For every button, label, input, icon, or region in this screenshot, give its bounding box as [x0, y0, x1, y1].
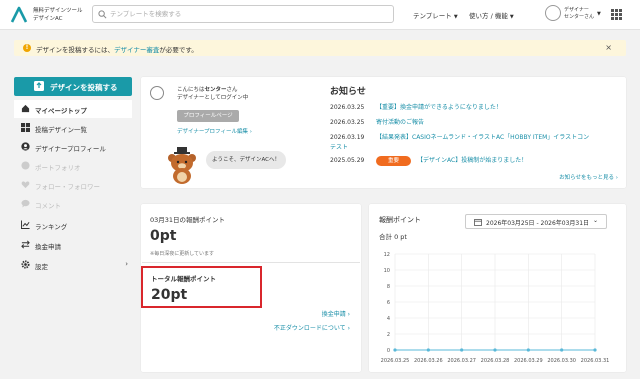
fraud-download-link[interactable]: 不正ダウンロードについて ›	[274, 323, 350, 332]
palette-icon	[21, 161, 30, 170]
search-icon	[98, 10, 107, 19]
user-icon	[21, 142, 30, 151]
points-line-chart: 0 2 4 6 8 10 12 2026.03.25 2026.03.26 2026.03.27 2…	[381, 252, 610, 364]
data-point	[393, 348, 397, 352]
search-box[interactable]	[92, 5, 394, 23]
daily-points-label: 03月31日の報酬ポイント	[150, 216, 226, 224]
post-design-button[interactable]: デザインを投稿する	[14, 77, 132, 96]
sidebar-item-posted-designs[interactable]: 投稿デザイン一覧	[14, 119, 132, 137]
chart-icon	[21, 220, 30, 229]
search-input[interactable]	[110, 8, 380, 20]
caret-down-icon[interactable]: ▼	[597, 11, 601, 17]
nav-how-to[interactable]: 使い方 / 機能 ▼	[469, 10, 514, 20]
caret-down-icon: ▼	[453, 14, 458, 20]
gear-icon	[21, 260, 30, 269]
news-item-continued[interactable]: テスト	[330, 142, 348, 151]
profile-avatar	[150, 86, 164, 100]
data-point	[493, 348, 497, 352]
sidebar-item-exchange[interactable]: 換金申請	[14, 236, 132, 254]
heart-icon	[21, 181, 30, 189]
sidebar-item-portfolio: ポートフォリオ	[14, 157, 132, 175]
chevron-right-icon: ›	[125, 260, 128, 268]
home-icon	[21, 104, 30, 113]
design-ac-logo-icon[interactable]	[10, 6, 28, 24]
chevron-down-icon: ⌄	[592, 217, 598, 224]
total-points-box: トータル報酬ポイント 20pt	[141, 266, 262, 308]
chart-total: 合計 0 pt	[379, 233, 407, 241]
x-tick-label: 2026.03.26	[414, 358, 443, 364]
y-tick-label: 0	[387, 348, 390, 354]
x-tick-label: 2026.03.30	[547, 358, 576, 364]
total-points-value: 20pt	[151, 287, 188, 303]
x-tick-label: 2026.03.25	[381, 358, 410, 364]
close-icon[interactable]: ×	[605, 43, 612, 52]
data-point	[560, 348, 564, 352]
bear-mascot-icon	[168, 147, 196, 184]
designer-review-link[interactable]: デザイナー審査	[114, 46, 159, 54]
caret-down-icon: ▼	[509, 14, 514, 20]
y-tick-label: 10	[384, 268, 390, 274]
calendar-icon	[474, 219, 482, 226]
data-point	[460, 348, 464, 352]
greeting: こんにちはセンターさん デザイナーとしてログイン中	[177, 87, 249, 101]
designer-review-alert: ! デザインを投稿するには、デザイナー審査が必要です。 ×	[14, 40, 626, 56]
profile-page-button[interactable]: プロフィールページ	[177, 110, 239, 122]
news-item[interactable]: 2026.03.25 寄付活動のご報告	[330, 117, 424, 126]
user-avatar[interactable]	[545, 5, 561, 21]
chart-title: 報酬ポイント	[379, 216, 421, 224]
upload-icon	[34, 81, 44, 91]
apps-grid-icon[interactable]	[611, 9, 622, 20]
news-item[interactable]: 2026.03.25 【重要】換金申請ができるようになりました！	[330, 102, 502, 111]
brand-name[interactable]: 無料デザインツール デザインAC	[33, 7, 83, 23]
data-point	[426, 348, 430, 352]
more-news-link[interactable]: お知らせをもっと見る ›	[559, 173, 618, 181]
x-tick-label: 2026.03.29	[514, 358, 543, 364]
x-tick-label: 2026.03.31	[581, 358, 610, 364]
news-item[interactable]: 2026.03.19 【結果発表】CASIOネームランド・イラストAC「HOBBY…	[330, 132, 589, 141]
exchange-request-link[interactable]: 換金申請 ›	[322, 309, 350, 318]
daily-points-value: 0pt	[150, 228, 177, 244]
data-point	[593, 348, 597, 352]
nav-templates[interactable]: テンプレート ▼	[413, 10, 458, 20]
news-title: お知らせ	[330, 87, 366, 97]
sidebar-item-designer-profile[interactable]: デザイナープロフィール	[14, 138, 132, 156]
comment-icon	[21, 199, 30, 208]
user-menu[interactable]: デザイナー センターさん	[564, 7, 594, 21]
y-tick-label: 6	[387, 300, 390, 306]
y-tick-label: 2	[387, 332, 390, 338]
news-item[interactable]: 2025.05.29 重要 【デザインAC】投稿制が始まりました！	[330, 155, 527, 166]
exchange-icon	[21, 240, 30, 249]
divider	[142, 262, 360, 263]
sidebar-item-ranking[interactable]: ランキング	[14, 216, 132, 234]
update-note: ※毎日深夜に更新しています	[150, 251, 215, 257]
x-tick-label: 2026.03.27	[447, 358, 476, 364]
edit-profile-link[interactable]: デザイナープロフィール編集 ›	[177, 127, 252, 135]
sidebar-item-follow: フォロー・フォロワー	[14, 176, 132, 194]
date-range-select[interactable]: 2026年03月25日 - 2026年03月31日 ⌄	[465, 214, 607, 229]
grid-icon	[21, 123, 30, 132]
x-tick-label: 2026.03.28	[481, 358, 510, 364]
sidebar-item-settings[interactable]: 設定 ›	[14, 256, 132, 274]
sidebar-item-mypage-top[interactable]: マイページトップ	[14, 100, 132, 118]
warning-icon: !	[23, 44, 31, 52]
data-point	[526, 348, 530, 352]
welcome-bubble: ようこそ、デザインACへ！	[206, 151, 286, 169]
header: 無料デザインツール デザインAC テンプレート▼ 使い方 / 機能▼ デザイナー…	[0, 0, 640, 30]
important-badge: 重要	[376, 155, 411, 166]
total-points-label: トータル報酬ポイント	[151, 275, 216, 283]
y-tick-label: 4	[387, 316, 390, 322]
y-tick-label: 12	[384, 252, 390, 258]
y-tick-label: 8	[387, 284, 390, 290]
sidebar-item-comments: コメント	[14, 195, 132, 213]
